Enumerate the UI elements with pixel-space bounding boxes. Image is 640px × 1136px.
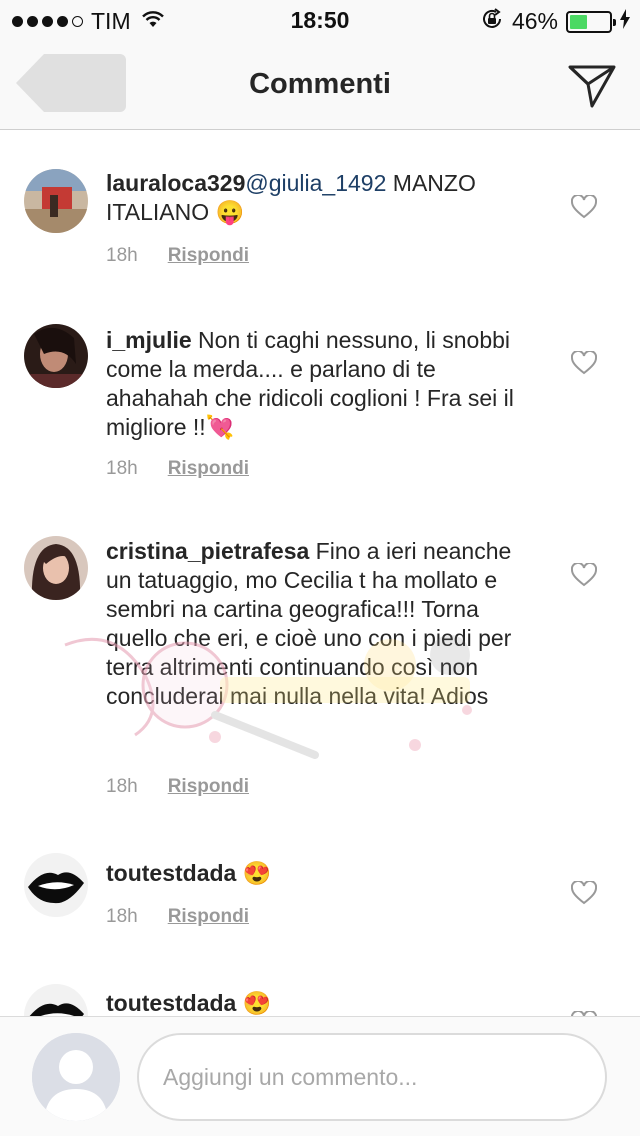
comment-username[interactable]: toutestdada [106, 860, 236, 886]
comment-time: 18h [106, 776, 138, 797]
comment-text: toutestdada 😍 [106, 989, 536, 1016]
avatar[interactable] [24, 536, 88, 600]
comment-text: lauraloca329@giulia_1492 MANZO ITALIANO … [106, 169, 536, 227]
reply-button[interactable]: Rispondi [168, 906, 249, 927]
comment-meta: 18h Rispondi [106, 458, 249, 480]
comment-input[interactable] [137, 1033, 607, 1121]
avatar [32, 1033, 120, 1121]
like-button[interactable] [570, 561, 598, 587]
reply-button[interactable]: Rispondi [168, 245, 249, 266]
page-title: Commenti [249, 68, 391, 100]
comment-username[interactable]: lauraloca329 [106, 170, 245, 196]
comment-body: 😍 [236, 860, 272, 886]
comment-username[interactable]: toutestdada [106, 990, 236, 1016]
avatar[interactable] [24, 984, 88, 1016]
avatar[interactable] [24, 853, 88, 917]
comment-meta: 18h Rispondi [106, 245, 249, 267]
avatar[interactable] [24, 169, 88, 233]
comment-text: cristina_pietrafesa Fino a ieri neanche … [106, 537, 536, 711]
reply-button[interactable]: Rispondi [168, 776, 249, 797]
like-button[interactable] [570, 193, 598, 219]
comment-input-bar [0, 1016, 640, 1136]
battery-level [570, 14, 588, 29]
like-button[interactable] [570, 349, 598, 375]
comment-username[interactable]: cristina_pietrafesa [106, 538, 309, 564]
heart-icon [570, 193, 598, 219]
heart-icon [570, 561, 598, 587]
charging-bolt-icon [620, 9, 630, 34]
comment-meta: 18h Rispondi [106, 906, 249, 928]
paper-plane-icon [568, 65, 616, 108]
comment-time: 18h [106, 458, 138, 479]
battery-percent: 46% [511, 8, 558, 34]
send-button[interactable] [568, 64, 616, 108]
comments-list[interactable]: lauraloca329@giulia_1492 MANZO ITALIANO … [0, 131, 640, 1016]
comment-text: toutestdada 😍 [106, 859, 536, 888]
comment-meta: 18h Rispondi [106, 776, 249, 798]
rotation-lock-icon [480, 7, 504, 36]
heart-icon [570, 349, 598, 375]
status-right: 46% [480, 7, 630, 36]
comment-time: 18h [106, 245, 138, 266]
comment-body: 😍 [236, 990, 272, 1016]
comment-text: i_mjulie Non ti caghi nessuno, li snobbi… [106, 326, 536, 442]
default-user-icon [32, 1033, 120, 1121]
status-bar: TIM 18:50 46% [0, 0, 640, 40]
reply-button[interactable]: Rispondi [168, 458, 249, 479]
comment-username[interactable]: i_mjulie [106, 327, 192, 353]
heart-icon [570, 879, 598, 905]
comment-mention[interactable]: @giulia_1492 [245, 170, 386, 196]
avatar[interactable] [24, 324, 88, 388]
comment-time: 18h [106, 906, 138, 927]
navigation-bar: Commenti [0, 40, 640, 130]
battery-icon [566, 10, 616, 33]
like-button[interactable] [570, 879, 598, 905]
